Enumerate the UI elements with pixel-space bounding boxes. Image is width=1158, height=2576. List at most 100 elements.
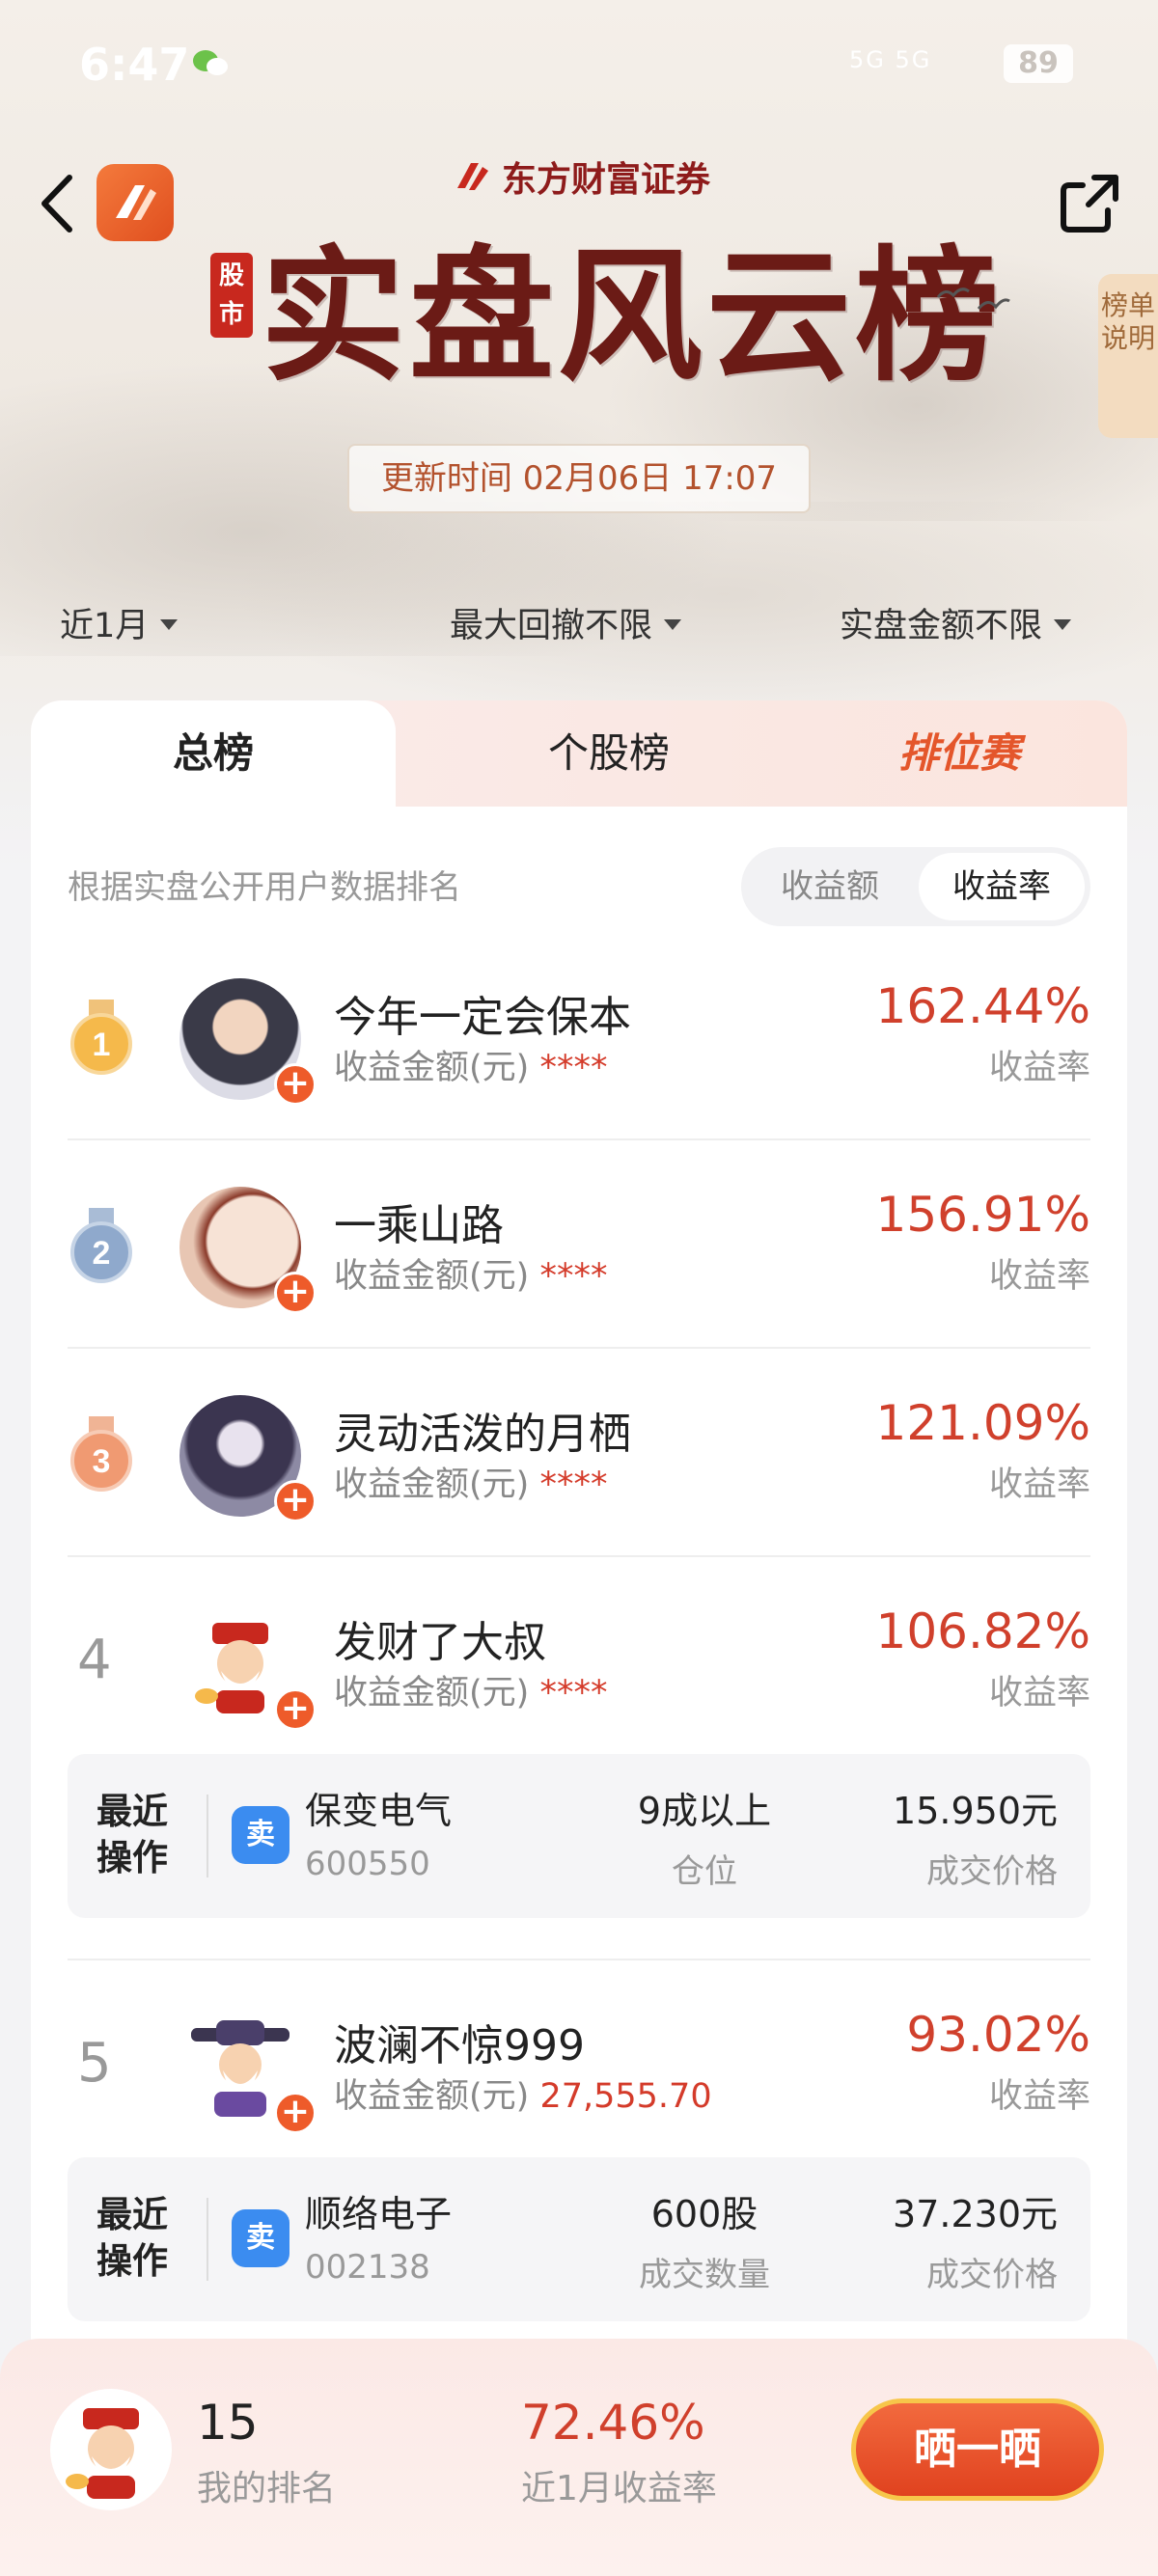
svg-text:3: 3 [93, 1443, 111, 1480]
trade-price-value: 37.230元 [893, 2193, 1058, 2235]
back-icon[interactable] [35, 170, 83, 237]
divider [68, 1347, 1090, 1349]
ranking-row[interactable]: 3 + 灵动活泼的月栖 收益金额(元) **** 121.09% 收益率 [68, 1387, 1090, 1551]
amount-value: **** [539, 1674, 608, 1713]
trade-price-label: 成交价格 [926, 2256, 1058, 2294]
rank-number: 4 [77, 1629, 112, 1691]
trade-price-value: 15.950元 [893, 1790, 1058, 1832]
my-return-rate-label: 近1月收益率 [521, 2469, 717, 2508]
user-name[interactable]: 波澜不惊999 [334, 2011, 585, 2072]
return-rate-label: 收益率 [988, 2077, 1090, 2116]
trade-quantity-value: 600股 [650, 2193, 758, 2235]
sell-badge: 卖 [232, 2209, 290, 2267]
position-value: 9成以上 [637, 1790, 772, 1832]
brand-logo-icon [457, 163, 488, 190]
amount-label: 收益金额(元) [334, 1466, 530, 1504]
rules-button[interactable]: 榜单说明 [1098, 274, 1158, 438]
amount-label: 收益金额(元) [334, 1674, 530, 1713]
gold-medal-icon: 1 [70, 1000, 132, 1075]
brand-name: 东方财富证券 [502, 159, 711, 200]
birds-decoration [936, 288, 1010, 310]
amount-text: 收益金额(元) **** [334, 1040, 607, 1089]
divider [68, 1959, 1090, 1960]
recent-operation[interactable]: 最近操作 卖 顺络电子 002138 600股 成交数量 37.230元 成交价… [68, 2157, 1090, 2321]
filter-period[interactable]: 近1月 [60, 598, 179, 647]
amount-value: **** [539, 1466, 608, 1504]
amount-value: **** [539, 1049, 608, 1087]
recent-operation-title: 最近操作 [96, 2194, 168, 2282]
update-time: 更新时间 02月06日 17:07 [347, 444, 811, 513]
amount-label: 收益金额(元) [334, 2077, 530, 2116]
trade-price-label: 成交价格 [926, 1852, 1058, 1891]
my-return-rate: 72.46% [521, 2395, 705, 2451]
ranking-row[interactable]: 4 + 发财了大叔 收益金额(元) **** 106.82% 收益率 [68, 1596, 1090, 1760]
my-avatar[interactable] [50, 2389, 172, 2510]
trade-quantity-label: 成交数量 [639, 2256, 770, 2294]
amount-text: 收益金额(元) **** [334, 1457, 607, 1506]
brand: 东方财富证券 [454, 152, 710, 201]
stock-name[interactable]: 保变电气 [305, 1781, 452, 1834]
return-rate: 106.82% [875, 1603, 1090, 1659]
ranking-row[interactable]: 1 + 今年一定会保本 收益金额(元) **** 162.44% 收益率 [68, 971, 1090, 1135]
amount-value: 27,555.70 [539, 2077, 712, 2116]
market-tag: 股市 [210, 253, 253, 338]
follow-plus-icon[interactable]: + [274, 1688, 317, 1731]
ranking-card: 总榜 个股榜 排位赛 根据实盘公开用户数据排名 收益额 收益率 1 + 今年一定… [31, 700, 1127, 2576]
caret-down-icon [1054, 619, 1072, 630]
tab-stock[interactable]: 个股榜 [427, 700, 791, 807]
stock-name[interactable]: 顺络电子 [305, 2184, 452, 2237]
stock-code: 002138 [305, 2248, 430, 2287]
amount-text: 收益金额(元) 27,555.70 [334, 2069, 712, 2118]
follow-plus-icon[interactable]: + [274, 1272, 317, 1314]
return-rate: 121.09% [875, 1395, 1090, 1451]
divider [68, 1555, 1090, 1557]
svg-text:2: 2 [93, 1235, 111, 1272]
status-time: 6:47 [79, 39, 190, 91]
amount-text: 收益金额(元) **** [334, 1248, 607, 1298]
follow-plus-icon[interactable]: + [274, 1480, 317, 1522]
recent-operation[interactable]: 最近操作 卖 保变电气 600550 9成以上 仓位 15.950元 成交价格 [68, 1754, 1090, 1918]
ranking-row[interactable]: 2 + 一乘山路 收益金额(元) **** 156.91% 收益率 [68, 1179, 1090, 1343]
stock-code: 600550 [305, 1845, 430, 1883]
filter-label: 近1月 [60, 607, 150, 645]
position-label: 仓位 [672, 1852, 737, 1891]
share-icon[interactable] [1056, 170, 1123, 237]
divider [207, 1795, 208, 1877]
ranking-row[interactable]: 5 + 波澜不惊999 收益金额(元) 27,555.70 93.02% 收益率 [68, 1999, 1090, 2163]
recent-operation-title: 最近操作 [96, 1791, 168, 1878]
sort-toggle: 收益额 收益率 [741, 847, 1090, 926]
filter-amount[interactable]: 实盘金额不限 [840, 598, 1072, 647]
svg-text:1: 1 [93, 1027, 111, 1063]
app-logo [96, 164, 174, 241]
return-rate: 93.02% [906, 2007, 1090, 2063]
show-off-button[interactable]: 晒一晒 [851, 2398, 1104, 2501]
sort-by-rate[interactable]: 收益率 [919, 853, 1085, 920]
return-rate-label: 收益率 [988, 1257, 1090, 1296]
tab-overall[interactable]: 总榜 [31, 700, 396, 807]
divider [68, 1138, 1090, 1140]
bronze-medal-icon: 3 [70, 1416, 132, 1492]
tab-ranked-match[interactable]: 排位赛 [791, 700, 1127, 807]
follow-plus-icon[interactable]: + [274, 1063, 317, 1106]
user-name[interactable]: 灵动活泼的月栖 [334, 1399, 631, 1461]
list-description: 根据实盘公开用户数据排名 [68, 868, 461, 907]
battery-icon: 89 [1004, 44, 1073, 83]
filter-label: 最大回撤不限 [450, 607, 653, 645]
caret-down-icon [160, 619, 179, 630]
page-title: 实盘风云榜 [261, 232, 1005, 401]
user-name[interactable]: 一乘山路 [334, 1191, 504, 1252]
return-rate: 162.44% [875, 978, 1090, 1034]
status-bar: 6:47 5G 5G 89 [0, 39, 1158, 96]
user-name[interactable]: 发财了大叔 [334, 1607, 546, 1669]
return-rate: 156.91% [875, 1187, 1090, 1243]
amount-value: **** [539, 1257, 608, 1296]
filter-label: 实盘金额不限 [840, 607, 1043, 645]
user-name[interactable]: 今年一定会保本 [334, 982, 631, 1044]
sort-by-amount[interactable]: 收益额 [747, 853, 913, 920]
amount-label: 收益金额(元) [334, 1049, 530, 1087]
amount-text: 收益金额(元) **** [334, 1665, 607, 1714]
follow-plus-icon[interactable]: + [274, 2092, 317, 2134]
rank-number: 5 [77, 2032, 112, 2095]
filter-drawdown[interactable]: 最大回撤不限 [450, 598, 682, 647]
amount-label: 收益金额(元) [334, 1257, 530, 1296]
